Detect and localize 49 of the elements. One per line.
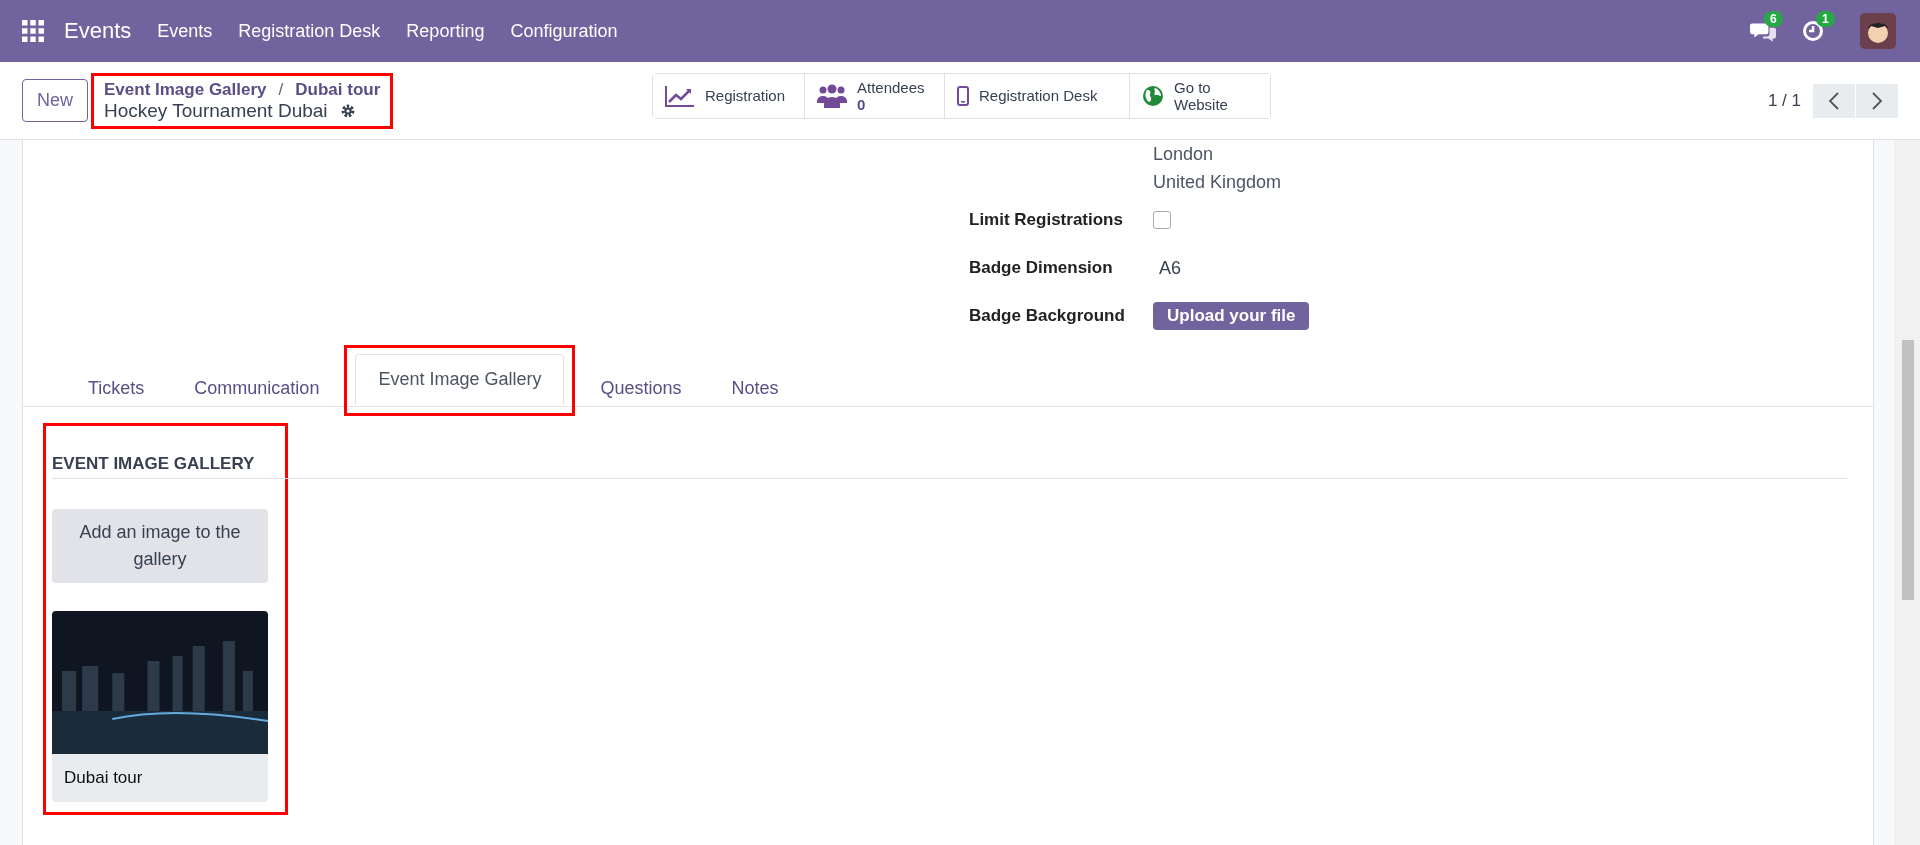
smart-button[interactable]: Registration: [653, 74, 805, 118]
scrollbar[interactable]: [1894, 140, 1920, 845]
line-chart-icon: [665, 85, 695, 107]
smart-button-label: Go to Website: [1174, 78, 1229, 114]
chevron-left-icon: [1828, 90, 1840, 111]
phone-icon: [957, 86, 969, 106]
address-line: London: [1153, 143, 1215, 166]
image-card[interactable]: Dubai tour: [52, 611, 268, 802]
smart-button-label: Attendees: [857, 78, 925, 96]
user-avatar-icon[interactable]: [1860, 13, 1896, 49]
menu-item[interactable]: Registration Desk: [238, 20, 381, 42]
tab[interactable]: Notes: [709, 364, 801, 413]
chevron-right-icon: [1871, 90, 1883, 111]
tab[interactable]: Tickets: [66, 364, 167, 413]
record-title: Hockey Tournament Dubai: [104, 99, 328, 122]
field-label: Limit Registrations: [969, 210, 1124, 230]
menu-item[interactable]: Events: [157, 20, 213, 42]
apps-grid-icon[interactable]: [22, 20, 44, 42]
field-label: Badge Dimension: [969, 258, 1114, 278]
message-count-badge: 6: [1764, 11, 1783, 27]
upload-button[interactable]: Upload your file: [1153, 302, 1310, 330]
field-value: A6: [1158, 257, 1182, 279]
menu-item[interactable]: Reporting: [406, 20, 485, 42]
image-caption: Dubai tour: [63, 767, 144, 789]
breadcrumb-link[interactable]: Event Image Gallery: [104, 79, 267, 100]
section-title: EVENT IMAGE GALLERY: [52, 454, 1847, 479]
smart-button-count: 0: [857, 96, 867, 114]
breadcrumb-link[interactable]: Dubai tour: [295, 79, 381, 100]
checkbox[interactable]: [1153, 211, 1171, 229]
breadcrumb-separator: /: [278, 79, 284, 100]
tab[interactable]: Questions: [578, 364, 704, 413]
previous-button[interactable]: [1813, 83, 1855, 118]
field-label: Badge Background: [969, 306, 1126, 326]
menu-item[interactable]: Configuration: [510, 20, 618, 42]
tab[interactable]: Communication: [172, 364, 342, 413]
app-name[interactable]: Events: [64, 18, 132, 44]
gear-icon[interactable]: [339, 102, 356, 119]
address-line: United Kingdom: [1153, 171, 1283, 194]
new-button[interactable]: New: [22, 79, 88, 122]
add-image-button[interactable]: Add an image to the gallery: [52, 509, 268, 583]
users-icon: [817, 84, 847, 108]
clock-icon[interactable]: [1802, 20, 1824, 42]
smart-button-label: Registration Desk: [979, 87, 1098, 105]
next-button[interactable]: [1856, 83, 1898, 118]
tab[interactable]: Event Image Gallery: [355, 354, 565, 405]
globe-icon: [1142, 85, 1164, 107]
smart-button-label: Registration: [705, 87, 786, 105]
pager-value: 1 / 1: [1767, 90, 1801, 111]
activity-count-badge: 1: [1816, 11, 1835, 27]
